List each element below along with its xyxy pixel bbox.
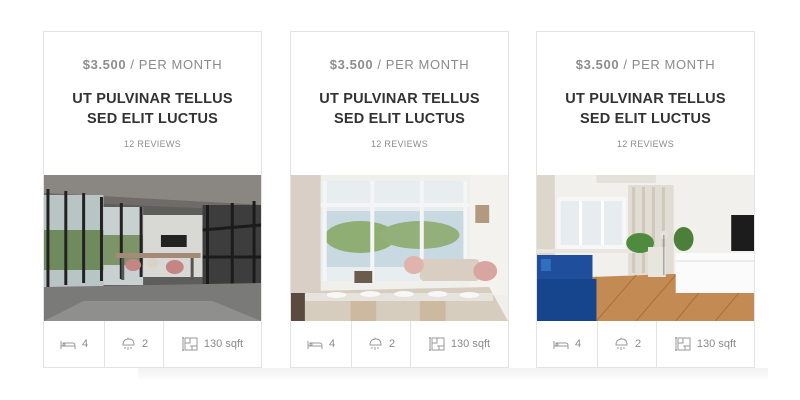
beds-feature: 4 xyxy=(291,321,352,367)
listing-title-line: SED ELIT LUCTUS xyxy=(86,111,219,127)
listing-cards: $3.500 / PER MONTH UT PULVINAR TELLUS SE… xyxy=(0,0,800,400)
reviews-count[interactable]: 12 REVIEWS xyxy=(291,139,508,149)
baths-feature: 2 xyxy=(598,321,657,367)
floor-plan-icon xyxy=(181,336,198,352)
listing-title-line: SED ELIT LUCTUS xyxy=(333,111,466,127)
beds-feature: 4 xyxy=(44,321,105,367)
card-features: 4 2 130 sqft xyxy=(291,321,508,367)
price: $3.500 / PER MONTH xyxy=(44,57,261,72)
card-features: 4 2 130 sqft xyxy=(537,321,754,367)
listing-title-line: SED ELIT LUCTUS xyxy=(579,111,712,127)
area-value: 130 sqft xyxy=(696,338,737,350)
listing-photo[interactable] xyxy=(44,175,261,321)
baths-count: 2 xyxy=(634,338,642,350)
area-value: 130 sqft xyxy=(203,338,244,350)
bed-icon xyxy=(553,338,569,350)
bed-icon xyxy=(307,338,323,350)
beds-count: 4 xyxy=(574,338,582,350)
card-features: 4 2 130 sqft xyxy=(44,321,261,367)
listing-card[interactable]: $3.500 / PER MONTH UT PULVINAR TELLUS SE… xyxy=(290,31,509,368)
listing-title-line: UT PULVINAR TELLUS xyxy=(319,91,480,107)
baths-count: 2 xyxy=(141,338,149,350)
card-header: $3.500 / PER MONTH UT PULVINAR TELLUS SE… xyxy=(291,32,508,175)
baths-feature: 2 xyxy=(105,321,164,367)
listing-photo[interactable] xyxy=(537,175,754,321)
beds-count: 4 xyxy=(81,338,89,350)
area-feature: 130 sqft xyxy=(411,321,508,367)
floor-plan-icon xyxy=(428,336,445,352)
listing-title-line: UT PULVINAR TELLUS xyxy=(72,91,233,107)
listing-photo[interactable] xyxy=(291,175,508,321)
price-period: / PER MONTH xyxy=(373,57,470,72)
listing-title[interactable]: UT PULVINAR TELLUS SED ELIT LUCTUS xyxy=(54,89,251,129)
price-amount: $3.500 xyxy=(82,57,127,72)
card-header: $3.500 / PER MONTH UT PULVINAR TELLUS SE… xyxy=(537,32,754,175)
price-amount: $3.500 xyxy=(329,57,374,72)
reviews-count[interactable]: 12 REVIEWS xyxy=(44,139,261,149)
listing-card[interactable]: $3.500 / PER MONTH UT PULVINAR TELLUS SE… xyxy=(536,31,755,368)
beds-feature: 4 xyxy=(537,321,598,367)
price: $3.500 / PER MONTH xyxy=(537,57,754,72)
listing-title[interactable]: UT PULVINAR TELLUS SED ELIT LUCTUS xyxy=(547,89,744,129)
price-period: / PER MONTH xyxy=(126,57,223,72)
beds-count: 4 xyxy=(328,338,336,350)
area-feature: 130 sqft xyxy=(657,321,754,367)
price: $3.500 / PER MONTH xyxy=(291,57,508,72)
floor-plan-icon xyxy=(674,336,691,352)
reviews-count[interactable]: 12 REVIEWS xyxy=(537,139,754,149)
price-period: / PER MONTH xyxy=(619,57,716,72)
bed-icon xyxy=(60,338,76,350)
shower-icon xyxy=(613,337,629,351)
listing-title-line: UT PULVINAR TELLUS xyxy=(565,91,726,107)
area-feature: 130 sqft xyxy=(164,321,261,367)
baths-count: 2 xyxy=(388,338,396,350)
price-amount: $3.500 xyxy=(575,57,620,72)
listing-title[interactable]: UT PULVINAR TELLUS SED ELIT LUCTUS xyxy=(301,89,498,129)
shower-icon xyxy=(367,337,383,351)
area-value: 130 sqft xyxy=(450,338,491,350)
card-header: $3.500 / PER MONTH UT PULVINAR TELLUS SE… xyxy=(44,32,261,175)
listing-card[interactable]: $3.500 / PER MONTH UT PULVINAR TELLUS SE… xyxy=(43,31,262,368)
baths-feature: 2 xyxy=(352,321,411,367)
shower-icon xyxy=(120,337,136,351)
